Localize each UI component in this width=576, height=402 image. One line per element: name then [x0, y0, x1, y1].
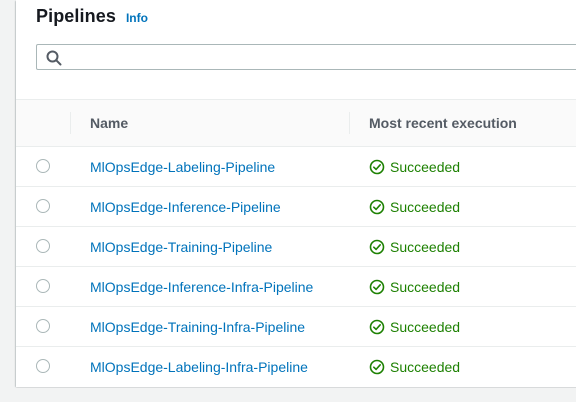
execution-status: Succeeded [369, 307, 460, 347]
info-link[interactable]: Info [126, 11, 148, 25]
pipeline-name-link[interactable]: MlOpsEdge-Training-Infra-Pipeline [90, 307, 305, 347]
page-title: Pipelines [36, 6, 116, 26]
table-row[interactable]: MlOpsEdge-Training-Pipeline Succeeded [16, 227, 576, 267]
table-header: Name Most recent execution [16, 99, 576, 147]
row-select-radio[interactable] [36, 199, 50, 213]
pipeline-name-link[interactable]: MlOpsEdge-Training-Pipeline [90, 227, 272, 267]
status-text: Succeeded [390, 199, 461, 215]
row-select-radio[interactable] [36, 359, 50, 373]
check-circle-icon [369, 359, 385, 375]
table-row[interactable]: MlOpsEdge-Inference-Pipeline Succeeded [16, 187, 576, 227]
column-header-execution[interactable]: Most recent execution [369, 100, 517, 146]
column-divider[interactable] [349, 112, 350, 134]
check-circle-icon [369, 279, 385, 295]
execution-status: Succeeded [369, 147, 460, 187]
status-text: Succeeded [390, 279, 461, 295]
status-text: Succeeded [390, 359, 461, 375]
execution-status: Succeeded [369, 267, 460, 307]
table-row[interactable]: MlOpsEdge-Inference-Infra-Pipeline Succee… [16, 267, 576, 307]
check-circle-icon [369, 239, 385, 255]
row-select-radio[interactable] [36, 279, 50, 293]
status-text: Succeeded [390, 319, 461, 335]
column-divider[interactable] [70, 112, 71, 134]
column-header-name[interactable]: Name [90, 100, 128, 146]
row-select-radio[interactable] [36, 239, 50, 253]
search-box[interactable] [36, 44, 576, 70]
execution-status: Succeeded [369, 347, 460, 387]
table-row[interactable]: MlOpsEdge-Labeling-Pipeline Succeeded [16, 147, 576, 187]
row-select-radio[interactable] [36, 159, 50, 173]
panel-header: Pipelines Info [36, 6, 148, 32]
pipeline-name-link[interactable]: MlOpsEdge-Inference-Pipeline [90, 187, 281, 227]
pipeline-name-link[interactable]: MlOpsEdge-Labeling-Pipeline [90, 147, 275, 187]
pipelines-panel: Pipelines Info Name Most recent executio… [16, 0, 576, 387]
pipeline-name-link[interactable]: MlOpsEdge-Inference-Infra-Pipeline [90, 267, 313, 307]
status-text: Succeeded [390, 239, 461, 255]
table-row[interactable]: MlOpsEdge-Labeling-Infra-Pipeline Succeed… [16, 347, 576, 387]
execution-status: Succeeded [369, 227, 460, 267]
check-circle-icon [369, 199, 385, 215]
table-row[interactable]: MlOpsEdge-Training-Infra-Pipeline Succeed… [16, 307, 576, 347]
row-select-radio[interactable] [36, 319, 50, 333]
check-circle-icon [369, 159, 385, 175]
search-input[interactable] [71, 45, 571, 69]
pipeline-name-link[interactable]: MlOpsEdge-Labeling-Infra-Pipeline [90, 347, 308, 387]
search-icon [46, 50, 62, 66]
status-text: Succeeded [390, 159, 461, 175]
execution-status: Succeeded [369, 187, 460, 227]
check-circle-icon [369, 319, 385, 335]
